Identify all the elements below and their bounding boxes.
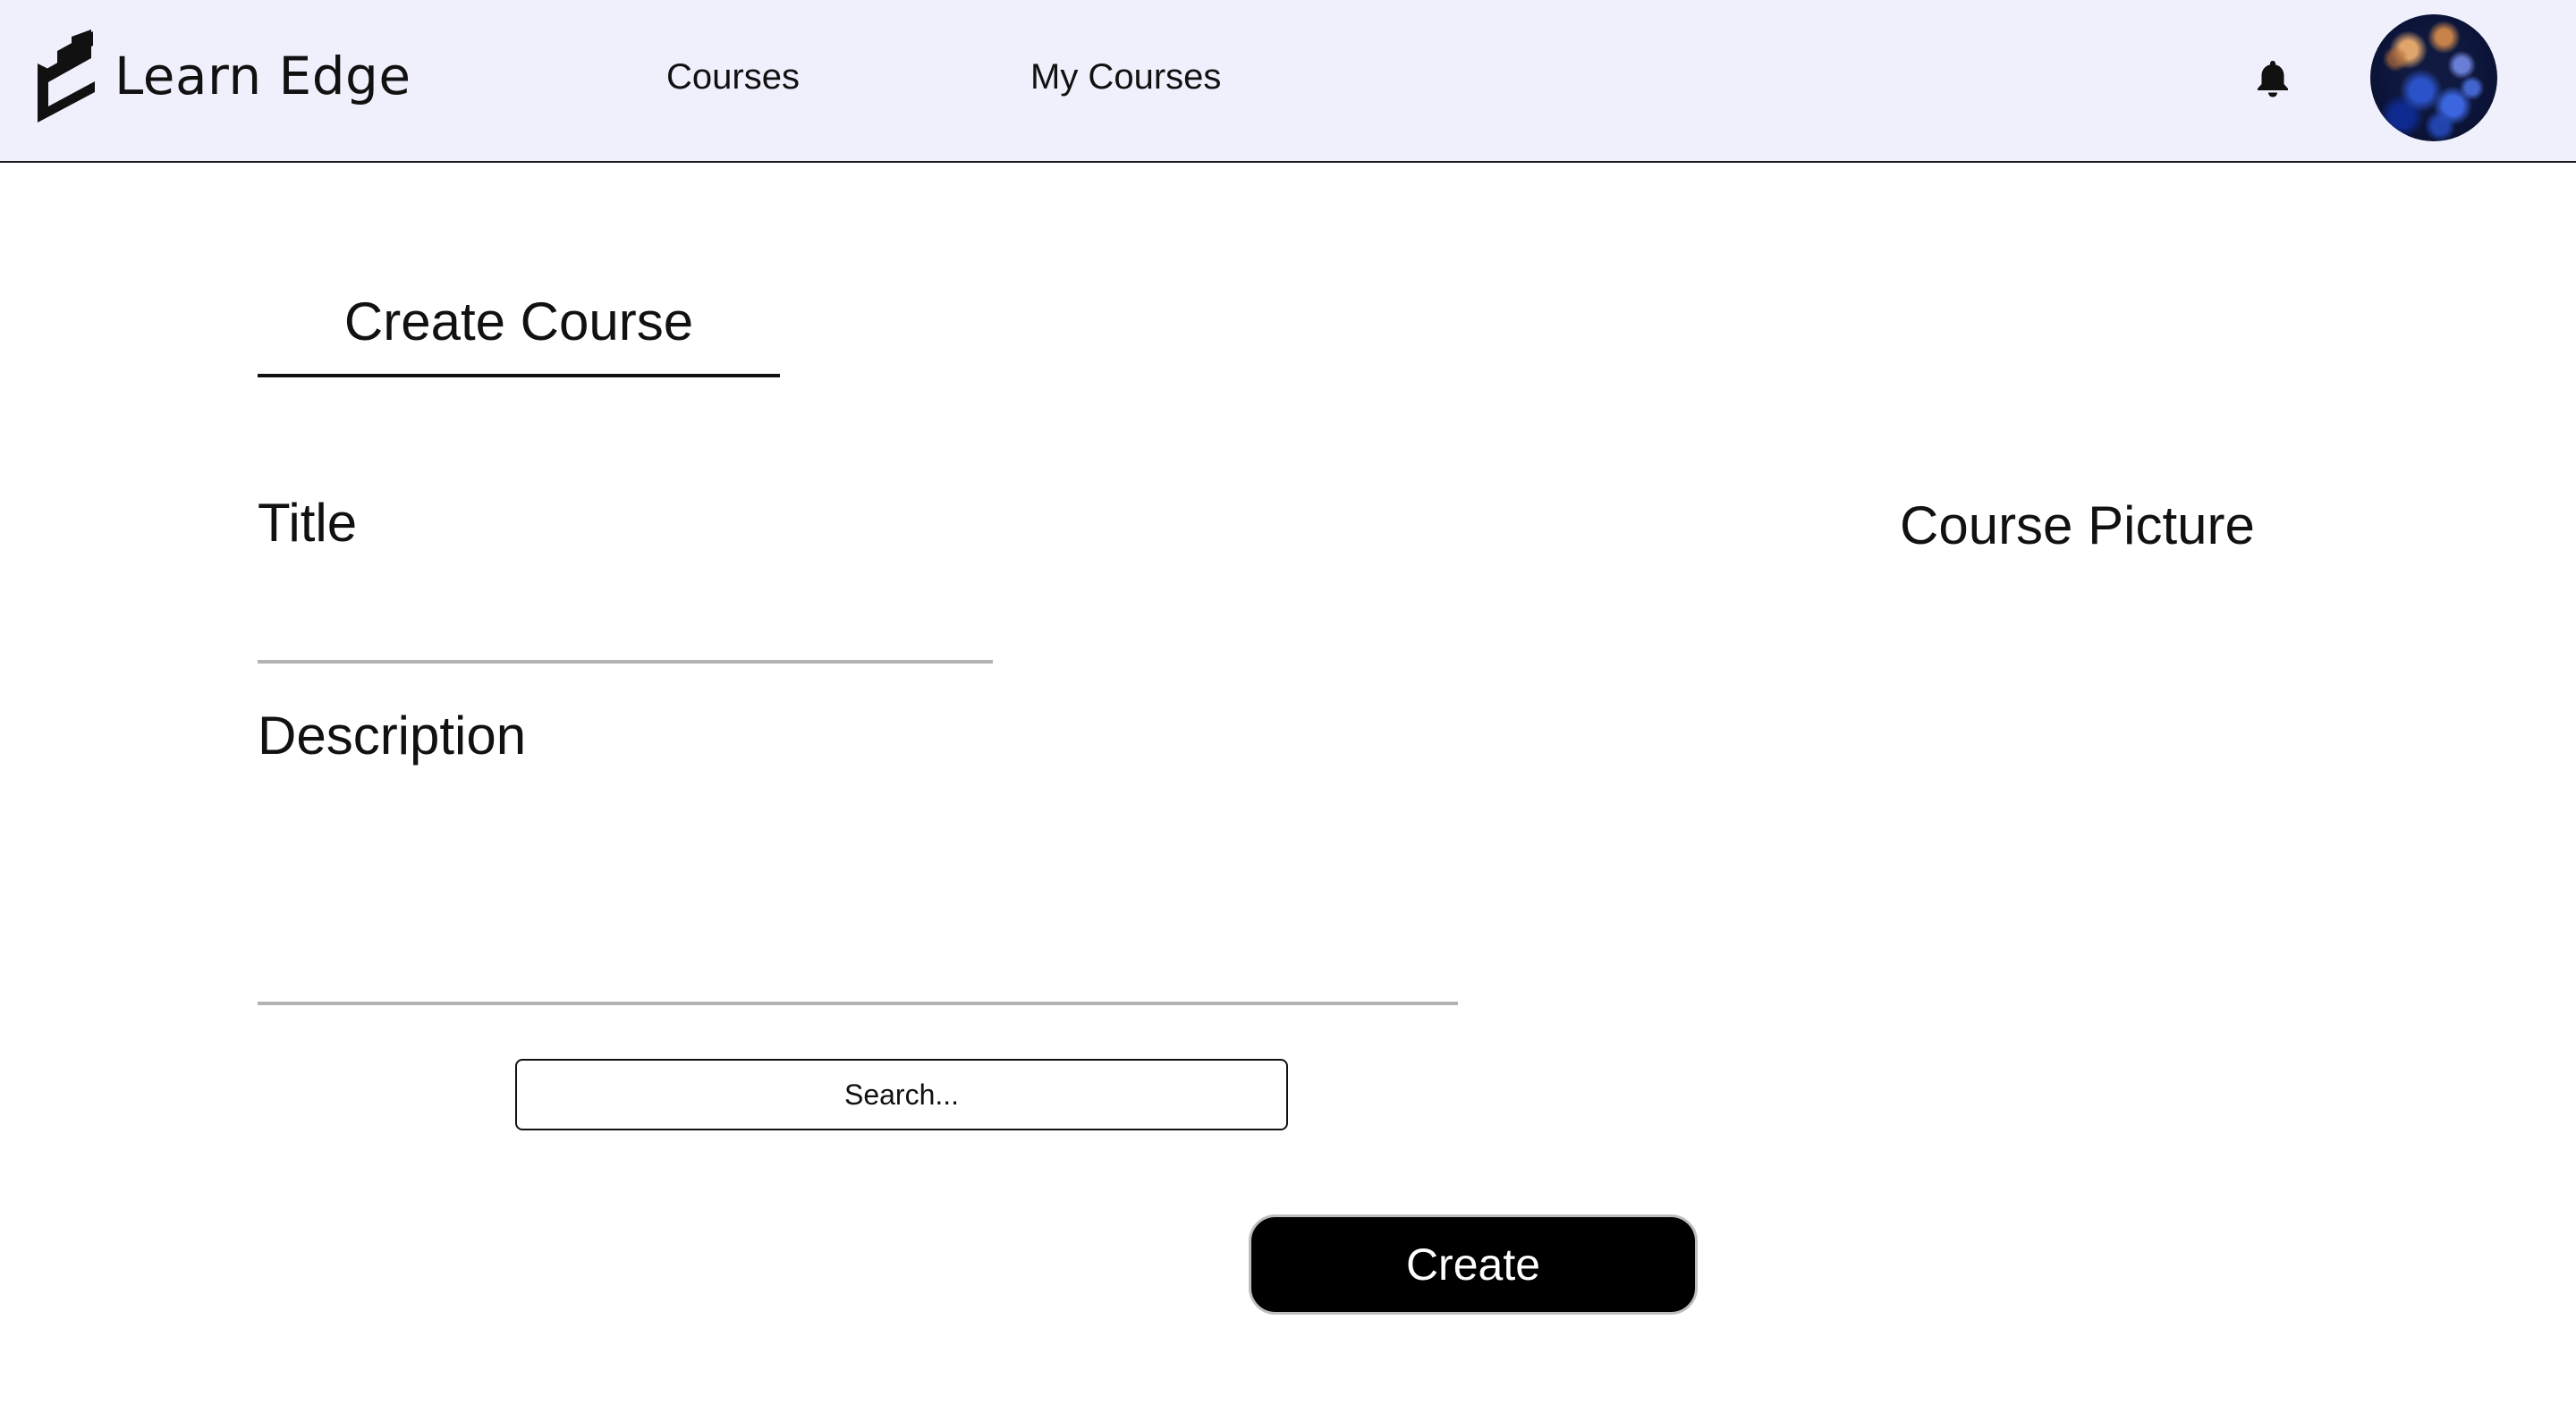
notifications-button[interactable] (2255, 59, 2291, 98)
description-label: Description (258, 706, 527, 766)
nav-courses-link[interactable]: Courses (666, 57, 800, 97)
learn-edge-logo-icon (38, 30, 95, 123)
search-input[interactable] (515, 1059, 1288, 1130)
description-textarea[interactable] (258, 787, 1458, 1005)
bell-icon (2258, 61, 2288, 97)
brand-name: Learn Edge (114, 46, 411, 106)
brand-home-link[interactable]: Learn Edge (38, 27, 411, 125)
title-input[interactable] (258, 581, 993, 664)
user-avatar[interactable] (2370, 14, 2497, 141)
page-title: Create Course (258, 284, 780, 377)
course-picture-label: Course Picture (1900, 495, 2255, 555)
nav-my-courses-link[interactable]: My Courses (1030, 57, 1221, 97)
create-button[interactable]: Create (1249, 1214, 1698, 1315)
top-navbar: Learn Edge Courses My Courses (0, 0, 2576, 163)
title-label: Title (258, 493, 358, 553)
